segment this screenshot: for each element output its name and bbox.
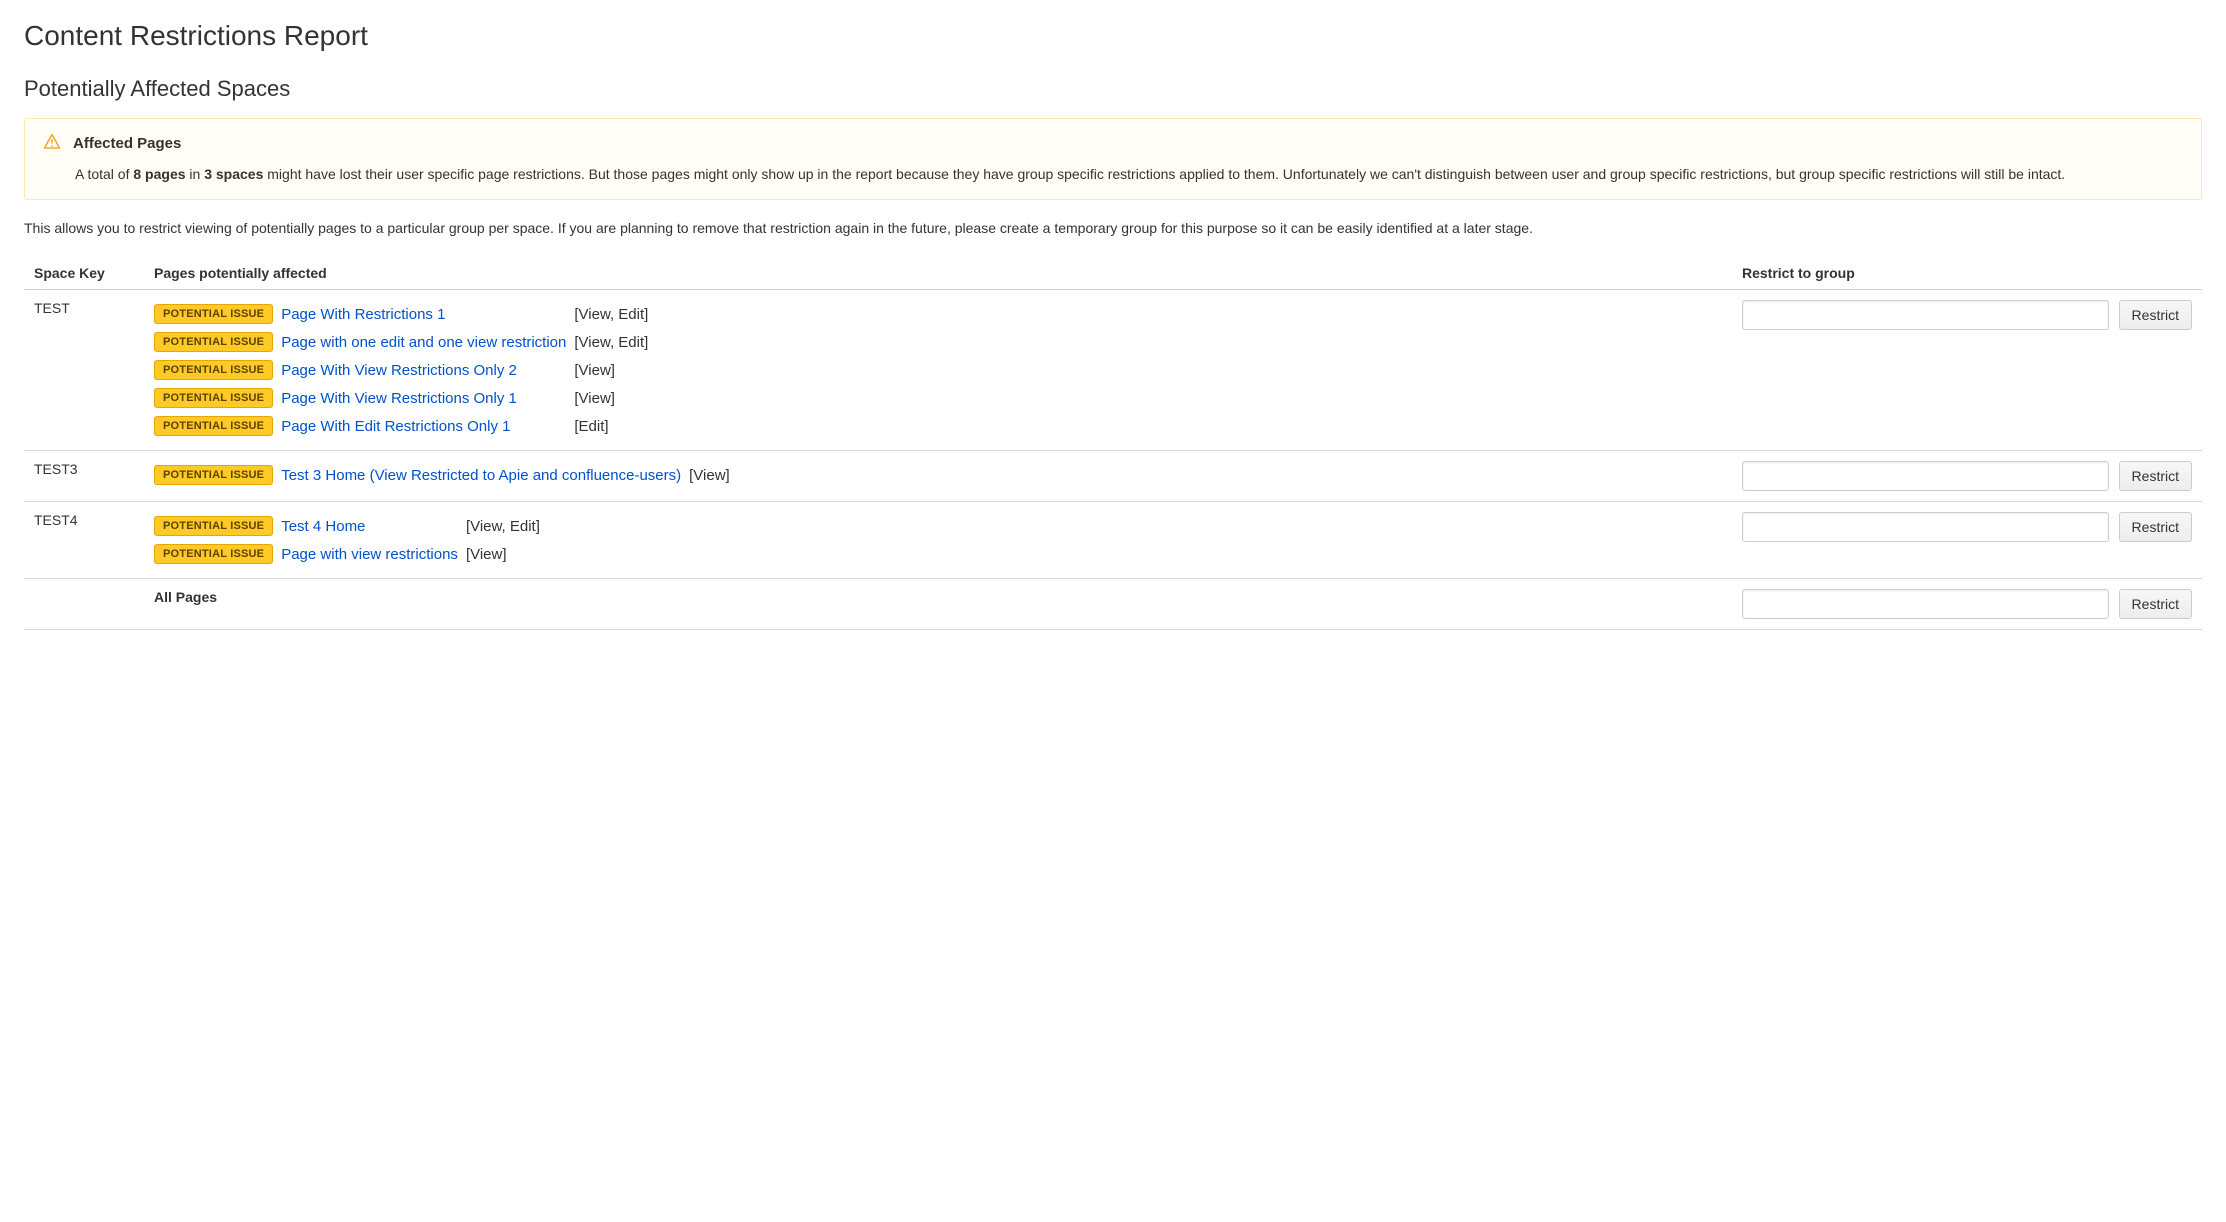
page-row: POTENTIAL ISSUE Page with view restricti… xyxy=(154,540,548,568)
page-link[interactable]: Page With View Restrictions Only 1 xyxy=(281,390,517,407)
space-key: TEST xyxy=(24,290,144,451)
page-permissions: [Edit] xyxy=(574,418,608,435)
page-permissions: [View] xyxy=(466,546,507,563)
page-title: Content Restrictions Report xyxy=(24,20,2202,52)
restrict-button[interactable]: Restrict xyxy=(2119,512,2192,542)
restrict-group-input[interactable] xyxy=(1742,300,2109,330)
space-key: TEST3 xyxy=(24,451,144,502)
restrict-group-input[interactable] xyxy=(1742,461,2109,491)
page-row: POTENTIAL ISSUE Test 3 Home (View Restri… xyxy=(154,461,738,489)
potential-issue-badge: POTENTIAL ISSUE xyxy=(154,416,273,436)
page-link[interactable]: Page With Restrictions 1 xyxy=(281,306,445,323)
potential-issue-badge: POTENTIAL ISSUE xyxy=(154,332,273,352)
potential-issue-badge: POTENTIAL ISSUE xyxy=(154,544,273,564)
potential-issue-badge: POTENTIAL ISSUE xyxy=(154,465,273,485)
column-header-pages: Pages potentially affected xyxy=(144,257,1732,290)
page-permissions: [View] xyxy=(574,362,615,379)
restrict-button[interactable]: Restrict xyxy=(2119,461,2192,491)
page-permissions: [View] xyxy=(689,467,730,484)
restrict-group-input[interactable] xyxy=(1742,512,2109,542)
table-row-all-pages: All Pages Restrict xyxy=(24,579,2202,630)
page-link[interactable]: Page With View Restrictions Only 2 xyxy=(281,362,517,379)
spaces-table: Space Key Pages potentially affected Res… xyxy=(24,257,2202,630)
page-link[interactable]: Page with one edit and one view restrict… xyxy=(281,334,566,351)
page-row: POTENTIAL ISSUE Page With Restrictions 1… xyxy=(154,300,656,328)
potential-issue-badge: POTENTIAL ISSUE xyxy=(154,516,273,536)
page-row: POTENTIAL ISSUE Page With View Restricti… xyxy=(154,384,656,412)
table-row: TEST POTENTIAL ISSUE Page With Restricti… xyxy=(24,290,2202,451)
page-row: POTENTIAL ISSUE Page With View Restricti… xyxy=(154,356,656,384)
page-row: POTENTIAL ISSUE Page With Edit Restricti… xyxy=(154,412,656,440)
page-permissions: [View, Edit] xyxy=(466,518,540,535)
all-pages-label: All Pages xyxy=(154,589,217,605)
column-header-restrict: Restrict to group xyxy=(1732,257,2202,290)
page-row: POTENTIAL ISSUE Test 4 Home [View, Edit] xyxy=(154,512,548,540)
page-link[interactable]: Page With Edit Restrictions Only 1 xyxy=(281,418,510,435)
table-row: TEST3 POTENTIAL ISSUE Test 3 Home (View … xyxy=(24,451,2202,502)
warning-text-post: might have lost their user specific page… xyxy=(263,166,2065,182)
warning-spaces-count: 3 spaces xyxy=(204,166,263,182)
warning-panel: Affected Pages A total of 8 pages in 3 s… xyxy=(24,118,2202,200)
page-link[interactable]: Page with view restrictions xyxy=(281,546,458,563)
page-link[interactable]: Test 3 Home (View Restricted to Apie and… xyxy=(281,467,681,484)
page-permissions: [View, Edit] xyxy=(574,306,648,323)
intro-text: This allows you to restrict viewing of p… xyxy=(24,218,2202,239)
warning-icon xyxy=(43,133,61,154)
potential-issue-badge: POTENTIAL ISSUE xyxy=(154,304,273,324)
restrict-group-input[interactable] xyxy=(1742,589,2109,619)
page-permissions: [View, Edit] xyxy=(574,334,648,351)
column-header-space-key: Space Key xyxy=(24,257,144,290)
section-heading: Potentially Affected Spaces xyxy=(24,76,2202,102)
page-row: POTENTIAL ISSUE Page with one edit and o… xyxy=(154,328,656,356)
warning-text-pre: A total of xyxy=(75,166,133,182)
warning-text-mid: in xyxy=(186,166,205,182)
restrict-button[interactable]: Restrict xyxy=(2119,300,2192,330)
page-link[interactable]: Test 4 Home xyxy=(281,518,365,535)
warning-heading: Affected Pages xyxy=(73,135,181,152)
potential-issue-badge: POTENTIAL ISSUE xyxy=(154,360,273,380)
warning-body: A total of 8 pages in 3 spaces might hav… xyxy=(75,164,2183,185)
page-permissions: [View] xyxy=(574,390,615,407)
warning-pages-count: 8 pages xyxy=(133,166,185,182)
potential-issue-badge: POTENTIAL ISSUE xyxy=(154,388,273,408)
restrict-button[interactable]: Restrict xyxy=(2119,589,2192,619)
space-key: TEST4 xyxy=(24,502,144,579)
table-row: TEST4 POTENTIAL ISSUE Test 4 Home [View,… xyxy=(24,502,2202,579)
